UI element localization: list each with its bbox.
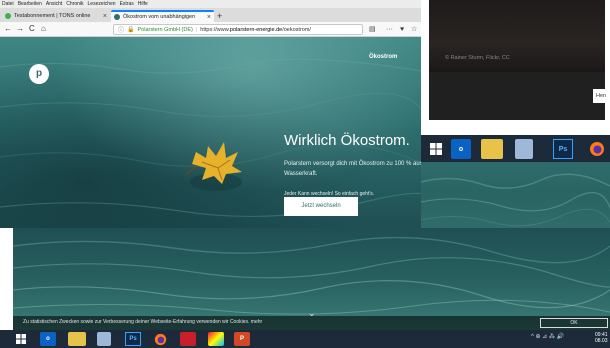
reader-view-icon[interactable]: ▤ bbox=[369, 24, 376, 35]
polarstern-logo[interactable]: p bbox=[29, 64, 49, 84]
back-icon[interactable]: ← bbox=[4, 23, 12, 35]
menu-item-file[interactable]: Datei bbox=[2, 0, 14, 8]
desktop: © Rainer Sturm, Flickr, CC Hen o Ps ⌄ Zu… bbox=[0, 0, 610, 348]
tab-favicon-icon bbox=[114, 14, 120, 20]
menu-item-bookmarks[interactable]: Lesezeichen bbox=[88, 0, 116, 8]
forward-icon[interactable]: → bbox=[16, 23, 24, 35]
notepad-icon[interactable] bbox=[97, 332, 111, 346]
cookie-banner: Zu statistischen Zwecken sowie zur Verbe… bbox=[13, 316, 610, 330]
notepad-icon[interactable] bbox=[515, 139, 533, 159]
tab-bar: Testabonnement | TONS online × Ökostrom … bbox=[0, 8, 421, 22]
pocket-icon[interactable]: ♥ bbox=[400, 24, 404, 35]
info-icon[interactable]: ⓘ bbox=[118, 25, 124, 34]
file-explorer-icon[interactable] bbox=[68, 332, 86, 346]
navigation-bar: ← → C ⌂ ⓘ 🔒 Polarstern GmbH (DE) | https… bbox=[0, 22, 421, 37]
cookie-ok-button[interactable]: OK bbox=[540, 318, 608, 328]
tab-oekostrom[interactable]: Ökostrom vom unabhängigen × bbox=[111, 10, 214, 22]
more-icon[interactable]: ··· bbox=[386, 24, 393, 35]
menu-item-help[interactable]: Hilfe bbox=[138, 0, 148, 8]
system-tray[interactable]: ^ ⊕ ⊿ ⁂ 🔊 bbox=[531, 333, 564, 340]
page-lower-area: ⌄ Zu statistischen Zwecken sowie zur Ver… bbox=[13, 228, 610, 330]
switch-now-button[interactable]: Jetzt wechseln bbox=[284, 197, 358, 216]
secondary-taskbar: o Ps bbox=[421, 135, 610, 162]
hero-subline: Polarstern versorgt dich mit Ökostrom zu… bbox=[284, 161, 421, 177]
header-photo: © Rainer Sturm, Flickr, CC bbox=[429, 0, 605, 72]
acrobat-icon[interactable] bbox=[180, 332, 196, 346]
tab-testabonnement[interactable]: Testabonnement | TONS online × bbox=[2, 10, 110, 22]
new-tab-icon[interactable]: + bbox=[217, 11, 222, 21]
firefox-icon[interactable] bbox=[152, 332, 168, 346]
clock-date: 08.03 bbox=[595, 338, 608, 344]
autumn-leaf-image bbox=[185, 142, 242, 191]
url-text: https://www.polarstern-energie.de/oekost… bbox=[200, 26, 311, 33]
photoshop-icon[interactable]: Ps bbox=[125, 332, 141, 346]
tab-label: Testabonnement | TONS online bbox=[14, 13, 91, 19]
menu-bar: Datei Bearbeiten Ansicht Chronik Lesezei… bbox=[0, 0, 421, 8]
browser-window: Datei Bearbeiten Ansicht Chronik Lesezei… bbox=[0, 0, 421, 228]
reload-icon[interactable]: C bbox=[29, 23, 35, 35]
menu-item-tools[interactable]: Extras bbox=[120, 0, 134, 8]
menu-item-view[interactable]: Ansicht bbox=[46, 0, 62, 8]
outlook-icon[interactable]: o bbox=[451, 139, 471, 159]
home-icon[interactable]: ⌂ bbox=[41, 23, 46, 35]
site-owner: Polarstern GmbH (DE) bbox=[137, 26, 193, 33]
window2-button[interactable]: Hen bbox=[593, 89, 610, 103]
secondary-window: © Rainer Sturm, Flickr, CC Hen bbox=[421, 0, 610, 122]
close-icon[interactable]: × bbox=[207, 14, 211, 21]
address-bar[interactable]: ⓘ 🔒 Polarstern GmbH (DE) | https://www.p… bbox=[113, 24, 363, 35]
background-water-right bbox=[421, 162, 610, 228]
hero-headline: Wirklich Ökostrom. bbox=[284, 132, 410, 149]
photo-credit: © Rainer Sturm, Flickr, CC bbox=[445, 55, 510, 61]
dark-panel bbox=[429, 72, 605, 120]
windows-start-icon[interactable] bbox=[14, 332, 28, 346]
close-icon[interactable]: × bbox=[103, 13, 107, 20]
firefox-icon[interactable] bbox=[587, 139, 607, 159]
outlook-icon[interactable]: o bbox=[40, 332, 56, 346]
tab-favicon-icon bbox=[5, 13, 11, 19]
clock[interactable]: 09:41 08.03 bbox=[595, 332, 608, 344]
url-separator: | bbox=[195, 26, 198, 33]
cookie-text: Zu statistischen Zwecken sowie zur Verbe… bbox=[23, 319, 263, 325]
powerpoint-icon[interactable]: P bbox=[234, 332, 250, 346]
taskbar: o Ps P ^ ⊕ ⊿ ⁂ 🔊 09:41 08.03 bbox=[0, 330, 610, 348]
menu-item-edit[interactable]: Bearbeiten bbox=[18, 0, 42, 8]
page-hero: p Ökostrom Wirklich Ökostrom. Polarstern… bbox=[0, 37, 421, 228]
nav-link-oekostrom[interactable]: Ökostrom bbox=[369, 54, 397, 60]
switch-info-link[interactable]: Jeder Kann wechseln! So einfach geht's. bbox=[284, 191, 374, 197]
lock-icon[interactable]: 🔒 bbox=[127, 26, 134, 33]
paint-icon[interactable] bbox=[208, 332, 224, 346]
photoshop-icon[interactable]: Ps bbox=[553, 139, 573, 159]
bookmark-star-icon[interactable]: ☆ bbox=[411, 24, 417, 35]
file-explorer-icon[interactable] bbox=[481, 139, 503, 159]
menu-item-history[interactable]: Chronik bbox=[66, 0, 83, 8]
windows-start-icon[interactable] bbox=[427, 139, 445, 159]
tab-label: Ökostrom vom unabhängigen bbox=[123, 14, 196, 20]
